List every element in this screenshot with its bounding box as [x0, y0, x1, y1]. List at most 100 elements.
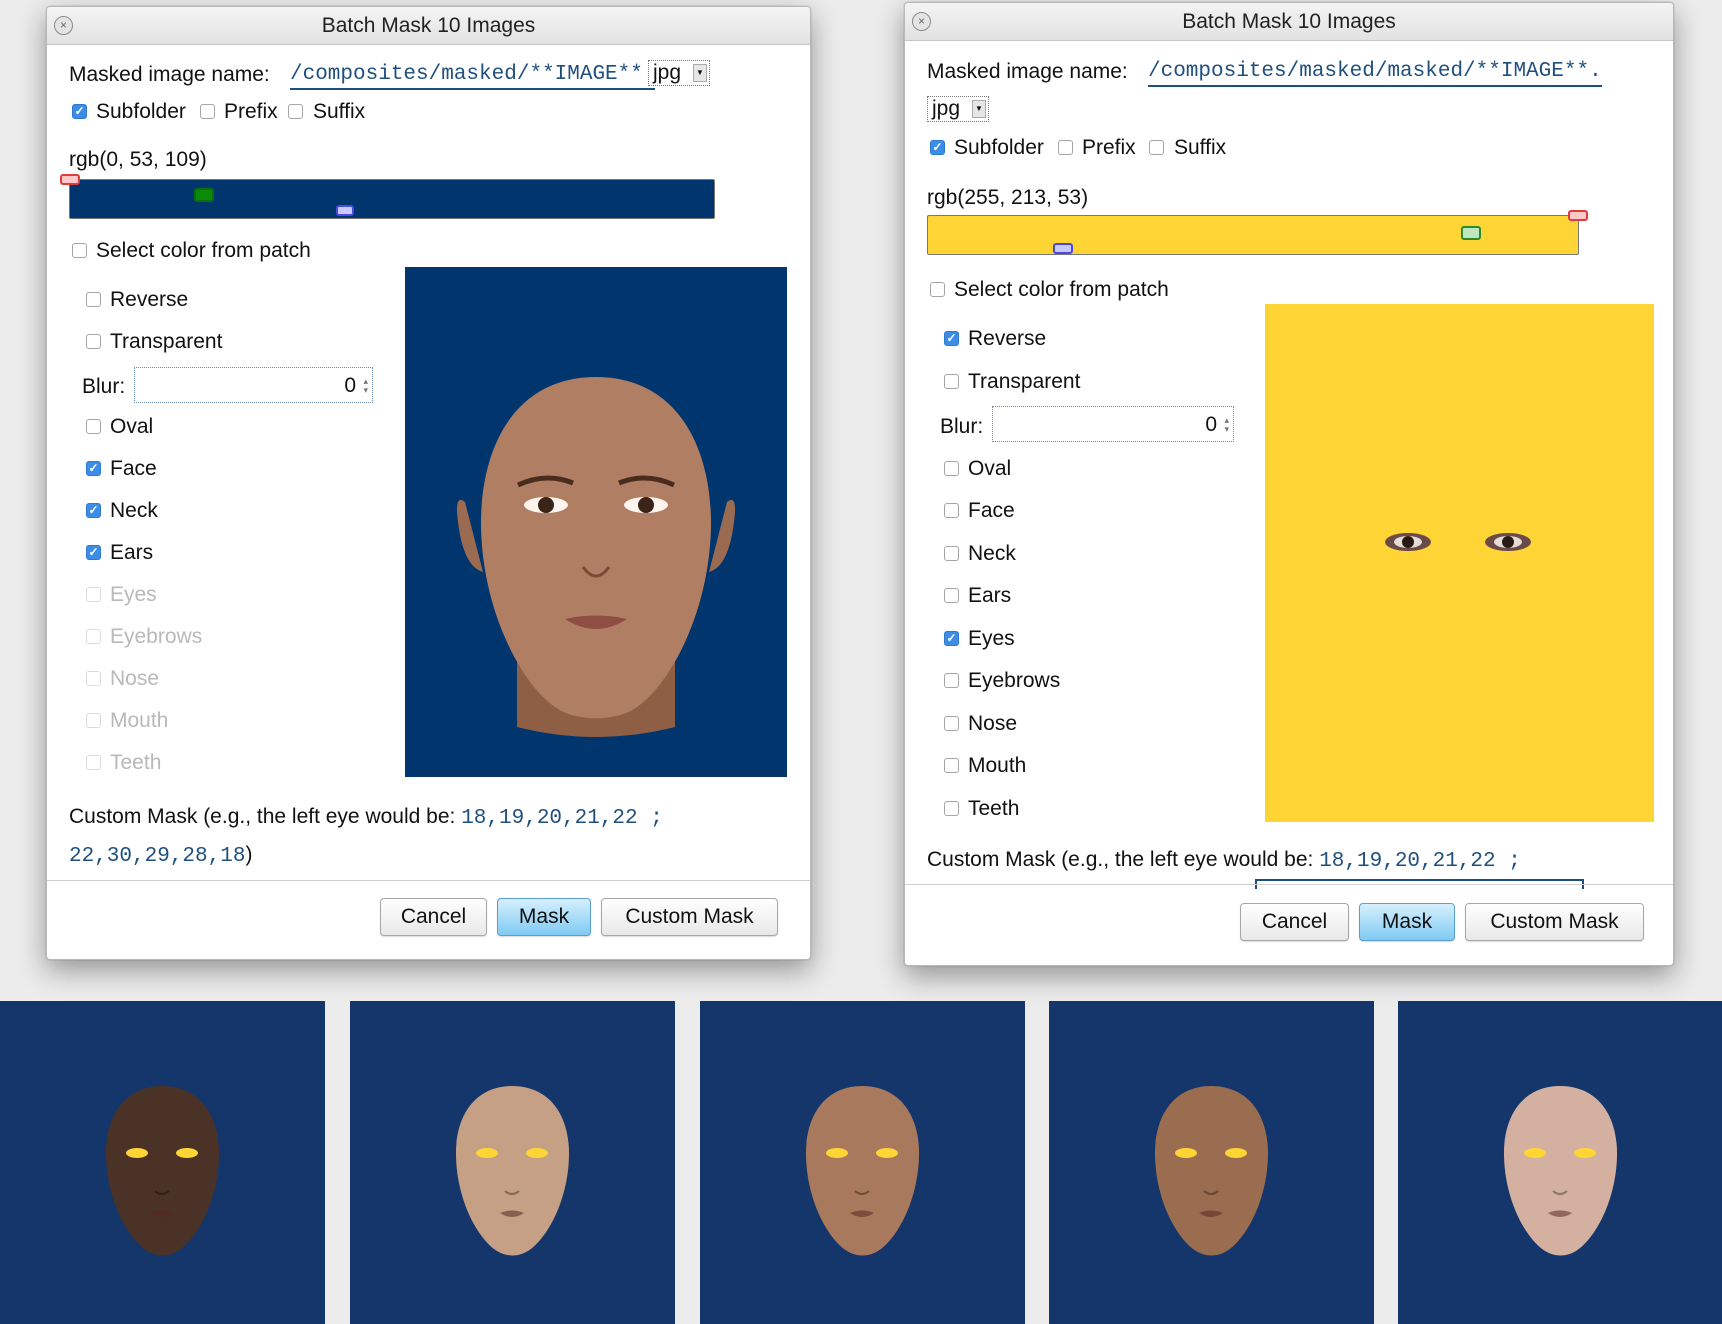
select-color-from-patch-checkbox[interactable] [72, 243, 87, 258]
stepper-arrows-icon[interactable]: ▴ ▾ [1224, 416, 1229, 434]
oval-label: Oval [110, 415, 154, 438]
suffix-label: Suffix [313, 100, 366, 123]
mouth-checkbox[interactable] [944, 758, 959, 773]
mask-button[interactable]: Mask [497, 898, 591, 936]
left-eye-mask [826, 1148, 848, 1158]
prefix-label: Prefix [1082, 136, 1136, 159]
neck-label: Neck [110, 499, 158, 522]
masked-result-image [350, 1001, 675, 1324]
eyebrows-checkbox[interactable] [944, 673, 959, 688]
masked-name-label: Masked image name: [69, 63, 270, 86]
red-slider-thumb[interactable] [60, 174, 80, 185]
eyebrows-label: Eyebrows [110, 625, 203, 648]
eyebrows-label: Eyebrows [968, 669, 1061, 692]
title-bar: × Batch Mask 10 Images [47, 7, 810, 45]
footer-divider [47, 880, 810, 881]
format-value: jpg [932, 97, 961, 120]
left-eye-mask [1175, 1148, 1197, 1158]
green-slider-thumb[interactable] [1460, 226, 1481, 240]
reverse-checkbox[interactable] [86, 292, 101, 307]
subfolder-label: Subfolder [96, 100, 186, 123]
right-eye-mask [526, 1148, 548, 1158]
red-slider-thumb[interactable] [1568, 210, 1588, 221]
custom-mask-close-paren: ) [245, 843, 253, 866]
blue-slider-thumb[interactable] [1053, 243, 1074, 254]
face-shape [455, 1086, 570, 1256]
nose-checkbox [86, 671, 101, 686]
face-shape [105, 1086, 220, 1256]
masked-result-image [700, 1001, 1025, 1324]
footer-divider [905, 884, 1673, 885]
chevron-down-icon: ▼ [693, 64, 707, 82]
right-eye-mask [1574, 1148, 1596, 1158]
transparent-checkbox[interactable] [86, 334, 101, 349]
format-select[interactable]: jpg ▼ [648, 60, 710, 86]
face-checkbox[interactable]: ✓ [86, 461, 101, 476]
custom-mask-button[interactable]: Custom Mask [1465, 903, 1644, 941]
prefix-checkbox[interactable] [1058, 140, 1073, 155]
green-slider-thumb[interactable] [193, 188, 214, 202]
masked-name-field[interactable]: /composites/masked/masked/**IMAGE**. [1148, 59, 1602, 87]
format-value: jpg [653, 61, 682, 84]
eyes-checkbox[interactable]: ✓ [944, 631, 959, 646]
blur-label: Blur: [940, 415, 984, 438]
subfolder-checkbox[interactable]: ✓ [930, 140, 945, 155]
stepper-arrows-icon[interactable]: ▴ ▾ [363, 377, 368, 395]
teeth-label: Teeth [110, 751, 162, 774]
nose-label: Nose [968, 712, 1018, 735]
reverse-checkbox[interactable]: ✓ [944, 331, 959, 346]
mask-preview-image [405, 267, 787, 777]
ears-label: Ears [968, 584, 1012, 607]
face-shape [1503, 1086, 1618, 1256]
oval-label: Oval [968, 457, 1012, 480]
teeth-checkbox[interactable] [944, 801, 959, 816]
eyes-checkbox [86, 587, 101, 602]
custom-mask-hint-text: Custom Mask (e.g., the left eye would be… [927, 848, 1314, 871]
custom-mask-button[interactable]: Custom Mask [601, 898, 778, 936]
mask-button[interactable]: Mask [1359, 903, 1455, 941]
blur-value: 0 [1205, 413, 1217, 436]
blur-stepper[interactable]: 0 ▴ ▾ [134, 367, 373, 403]
face-shape [805, 1086, 920, 1256]
format-select[interactable]: jpg ▼ [927, 96, 989, 122]
title-bar: × Batch Mask 10 Images [905, 3, 1673, 41]
color-slider[interactable] [927, 210, 1588, 255]
cancel-button[interactable]: Cancel [1240, 903, 1349, 941]
ears-checkbox[interactable]: ✓ [86, 545, 101, 560]
mouth-checkbox [86, 713, 101, 728]
masked-name-field[interactable]: /composites/masked/**IMAGE**. [290, 62, 656, 90]
oval-checkbox[interactable] [944, 461, 959, 476]
face-label: Face [110, 457, 157, 480]
blur-stepper[interactable]: 0 ▴ ▾ [992, 406, 1234, 442]
color-value: rgb(255, 213, 53) [927, 186, 1089, 209]
nose-checkbox[interactable] [944, 716, 959, 731]
prefix-checkbox[interactable] [200, 104, 215, 119]
neck-label: Neck [968, 542, 1016, 565]
teeth-checkbox [86, 755, 101, 770]
batch-mask-dialog-right: × Batch Mask 10 Images Masked image name… [904, 2, 1674, 966]
color-slider[interactable] [60, 174, 715, 219]
color-value: rgb(0, 53, 109) [69, 148, 207, 171]
suffix-checkbox[interactable] [288, 104, 303, 119]
cancel-button[interactable]: Cancel [380, 898, 487, 936]
subfolder-checkbox[interactable]: ✓ [72, 104, 87, 119]
mask-preview-image [1265, 304, 1654, 822]
custom-mask-example-2: 22,30,29,28,18 [69, 845, 246, 868]
neck-checkbox[interactable] [944, 546, 959, 561]
blue-slider-thumb[interactable] [336, 205, 355, 216]
ears-checkbox[interactable] [944, 588, 959, 603]
oval-checkbox[interactable] [86, 419, 101, 434]
select-color-from-patch-checkbox[interactable] [930, 282, 945, 297]
custom-mask-example-1: 18,19,20,21,22 ; [461, 807, 663, 830]
transparent-label: Transparent [968, 370, 1081, 393]
suffix-checkbox[interactable] [1149, 140, 1164, 155]
select-color-from-patch-label: Select color from patch [954, 278, 1169, 301]
masked-result-image [0, 1001, 325, 1324]
face-shape [1154, 1086, 1269, 1256]
reverse-label: Reverse [110, 288, 189, 311]
chevron-down-icon: ▼ [972, 100, 986, 118]
transparent-label: Transparent [110, 330, 223, 353]
neck-checkbox[interactable]: ✓ [86, 503, 101, 518]
transparent-checkbox[interactable] [944, 374, 959, 389]
face-checkbox[interactable] [944, 503, 959, 518]
